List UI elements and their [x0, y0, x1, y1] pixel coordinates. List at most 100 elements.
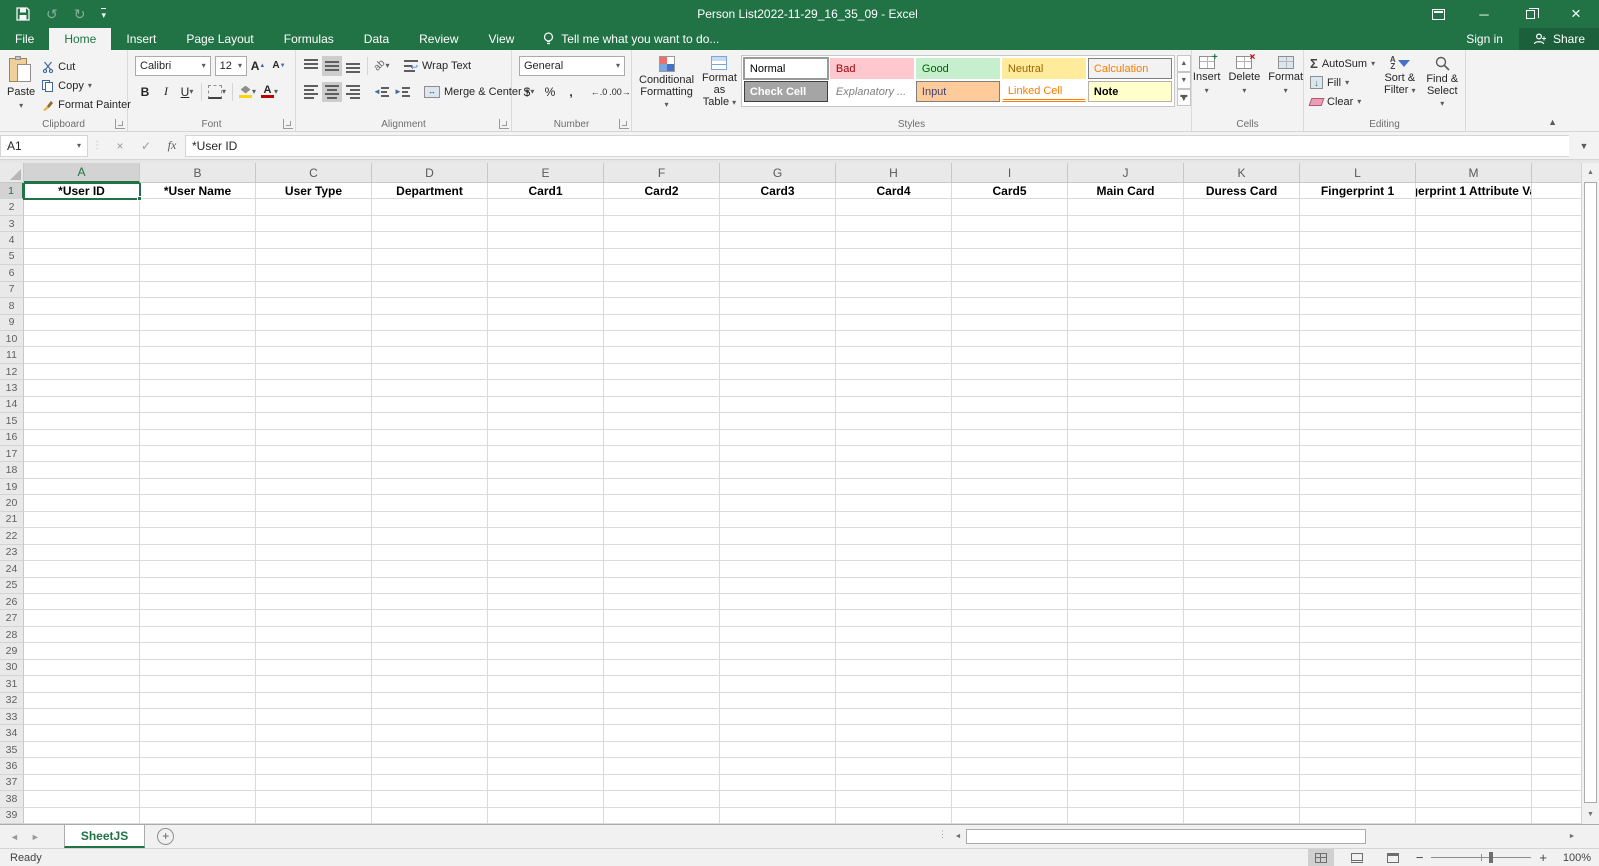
cell-G16[interactable]	[720, 429, 836, 446]
cell-B11[interactable]	[140, 347, 256, 364]
cell-F22[interactable]	[604, 528, 720, 545]
cell-A30[interactable]	[24, 659, 140, 677]
cell-style-note[interactable]: Note	[1087, 81, 1172, 102]
cell-A13[interactable]	[24, 380, 140, 397]
cell-G3[interactable]	[720, 215, 836, 233]
cell-C22[interactable]	[256, 528, 372, 545]
cell-F14[interactable]	[604, 396, 720, 414]
cell-G30[interactable]	[720, 659, 836, 677]
align-left-button[interactable]	[301, 82, 321, 102]
cell-filler-row-26[interactable]	[1532, 594, 1581, 611]
cell-H29[interactable]	[836, 643, 952, 660]
next-sheet-icon[interactable]: ►	[31, 832, 40, 842]
cell-H5[interactable]	[836, 248, 952, 266]
cell-H31[interactable]	[836, 676, 952, 693]
cell-M7[interactable]	[1416, 281, 1532, 299]
cell-D14[interactable]	[372, 396, 488, 414]
cell-G31[interactable]	[720, 676, 836, 693]
cell-I8[interactable]	[952, 298, 1068, 315]
cell-F21[interactable]	[604, 511, 720, 529]
cell-K39[interactable]	[1184, 807, 1300, 824]
cell-E6[interactable]	[488, 265, 604, 282]
cell-D34[interactable]	[372, 725, 488, 742]
cell-style-input[interactable]: Input	[915, 81, 1000, 102]
cell-M26[interactable]	[1416, 593, 1532, 611]
cell-filler-row-2[interactable]	[1532, 199, 1581, 216]
cell-K25[interactable]	[1184, 577, 1300, 594]
cell-H7[interactable]	[836, 281, 952, 299]
cell-L36[interactable]	[1300, 758, 1416, 775]
cell-H14[interactable]	[836, 396, 952, 414]
cell-I36[interactable]	[952, 758, 1068, 775]
tab-page-layout[interactable]: Page Layout	[171, 28, 268, 50]
cell-C28[interactable]	[256, 626, 372, 644]
delete-cells-button[interactable]: × Delete ▾	[1224, 52, 1264, 115]
cell-H18[interactable]	[836, 462, 952, 479]
format-cells-button[interactable]: Format ▾	[1264, 53, 1307, 115]
cell-J27[interactable]	[1068, 610, 1184, 627]
cell-D18[interactable]	[372, 462, 488, 479]
cell-F37[interactable]	[604, 774, 720, 792]
cell-filler-row-21[interactable]	[1532, 512, 1581, 529]
cell-M11[interactable]	[1416, 347, 1532, 364]
cell-I2[interactable]	[952, 199, 1068, 216]
cell-J8[interactable]	[1068, 298, 1184, 315]
cell-M33[interactable]	[1416, 709, 1532, 726]
cell-K5[interactable]	[1184, 248, 1300, 266]
increase-font-size-button[interactable]: A ▲	[248, 56, 268, 76]
cell-L33[interactable]	[1300, 709, 1416, 726]
cell-F29[interactable]	[604, 643, 720, 660]
cell-M29[interactable]	[1416, 643, 1532, 660]
cell-G6[interactable]	[720, 265, 836, 282]
cell-E37[interactable]	[488, 774, 604, 792]
cell-D22[interactable]	[372, 528, 488, 545]
cell-H15[interactable]	[836, 413, 952, 430]
cell-K10[interactable]	[1184, 330, 1300, 348]
cell-D4[interactable]	[372, 232, 488, 249]
cell-M36[interactable]	[1416, 758, 1532, 775]
cell-filler-row-34[interactable]	[1532, 725, 1581, 742]
row-header-26[interactable]: 26	[0, 593, 24, 611]
cell-B29[interactable]	[140, 643, 256, 660]
row-header-8[interactable]: 8	[0, 298, 24, 315]
cell-B23[interactable]	[140, 544, 256, 562]
decrease-font-size-button[interactable]: A ▼	[269, 56, 289, 76]
cell-G22[interactable]	[720, 528, 836, 545]
cell-J6[interactable]	[1068, 265, 1184, 282]
row-header-20[interactable]: 20	[0, 495, 24, 512]
new-sheet-icon[interactable]: +	[157, 828, 175, 845]
cell-H36[interactable]	[836, 758, 952, 775]
sign-in-button[interactable]: Sign in	[1450, 28, 1519, 50]
cell-M25[interactable]	[1416, 577, 1532, 594]
column-header-k[interactable]: K	[1184, 163, 1300, 183]
cell-G20[interactable]	[720, 495, 836, 512]
cell-B6[interactable]	[140, 265, 256, 282]
insert-cells-button[interactable]: + Insert ▾	[1189, 52, 1225, 115]
cell-B12[interactable]	[140, 363, 256, 381]
column-header-g[interactable]: G	[720, 163, 836, 183]
column-header-d[interactable]: D	[372, 163, 488, 183]
cell-E12[interactable]	[488, 363, 604, 381]
horizontal-scrollbar[interactable]: ◄ ►	[950, 828, 1580, 845]
cell-C10[interactable]	[256, 330, 372, 348]
cell-J17[interactable]	[1068, 446, 1184, 463]
find-select-button[interactable]: Find & Select ▾	[1421, 53, 1463, 115]
horizontal-scroll-thumb[interactable]	[966, 829, 1366, 844]
cell-style-normal[interactable]: Normal	[742, 57, 829, 80]
font-name-combo[interactable]: Calibri ▾	[135, 55, 211, 76]
cell-K16[interactable]	[1184, 429, 1300, 446]
cell-A18[interactable]	[24, 462, 140, 479]
cell-H30[interactable]	[836, 659, 952, 677]
cell-A36[interactable]	[24, 758, 140, 775]
cell-D32[interactable]	[372, 692, 488, 709]
decrease-indent-button[interactable]: ◄	[371, 82, 391, 102]
cell-L5[interactable]	[1300, 248, 1416, 266]
cell-filler-row-9[interactable]	[1532, 315, 1581, 331]
cell-C24[interactable]	[256, 561, 372, 578]
save-icon[interactable]	[16, 7, 30, 21]
cell-G35[interactable]	[720, 741, 836, 759]
cell-L30[interactable]	[1300, 659, 1416, 677]
cell-G21[interactable]	[720, 511, 836, 529]
cell-E25[interactable]	[488, 577, 604, 594]
cell-F3[interactable]	[604, 215, 720, 233]
